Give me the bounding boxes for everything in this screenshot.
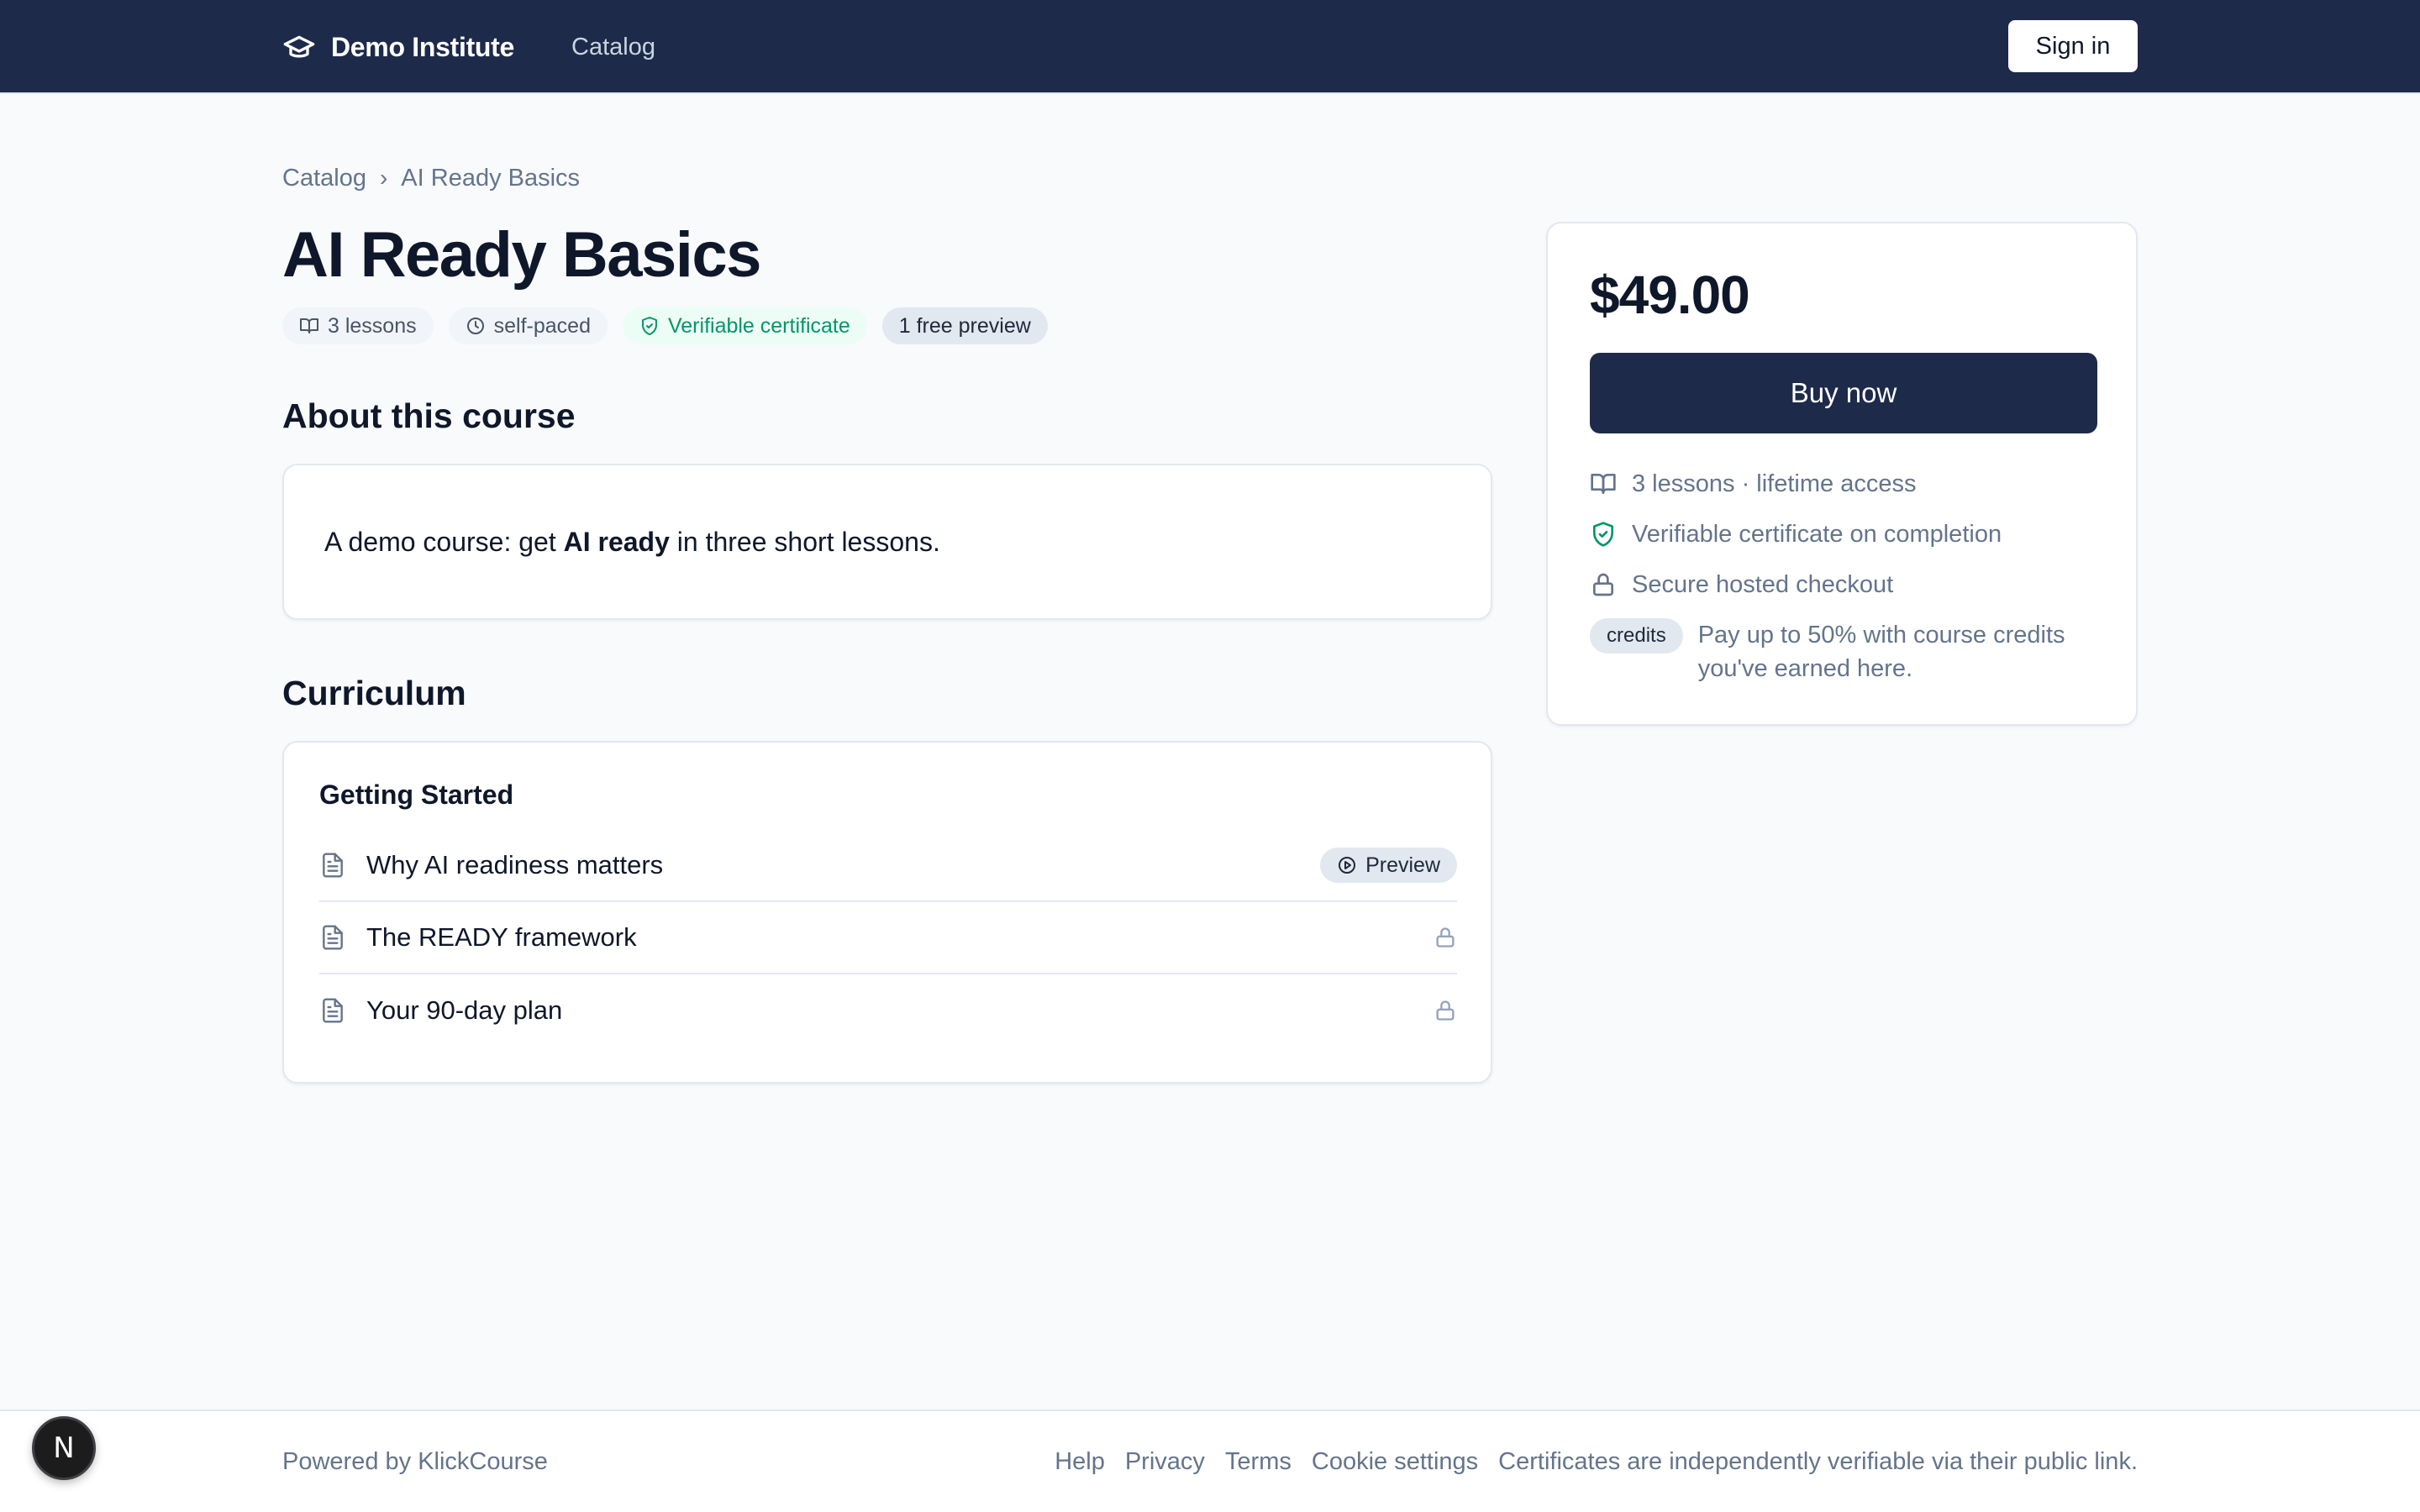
breadcrumb-separator: › — [379, 165, 388, 191]
lessons-count-chip: 3 lessons — [282, 307, 434, 344]
about-text-intro: A demo course: get — [324, 526, 564, 557]
feature-certificate-label: Verifiable certificate on completion — [1632, 521, 2002, 548]
about-heading: About this course — [282, 396, 576, 435]
book-icon — [300, 318, 318, 333]
clock-icon — [466, 318, 484, 334]
document-icon — [323, 853, 343, 878]
play-circle-icon — [1339, 857, 1356, 874]
shield-check-icon — [641, 317, 657, 335]
footer-certificate-note: Certificates are independently verifiabl… — [1498, 1447, 2138, 1475]
footer-privacy-link[interactable]: Privacy — [1125, 1448, 1205, 1476]
powered-by-link[interactable]: Powered by KlickCourse — [282, 1411, 548, 1512]
lessons-count-label: 3 lessons — [328, 313, 417, 338]
about-text-highlight: AI ready — [563, 526, 670, 557]
about-card: A demo course: get AI ready in three sho… — [282, 464, 1492, 620]
curriculum-card: Getting Started Why AI readiness matters… — [282, 741, 1492, 1084]
footer-links: Help Privacy Terms Cookie settings Certi… — [1055, 1411, 2138, 1512]
purchase-card: $49.00 Buy now 3 lessons · lifetime acce… — [1546, 222, 2138, 726]
breadcrumb: Catalog › AI Ready Basics — [282, 161, 580, 195]
breadcrumb-current-page: AI Ready Basics — [401, 164, 581, 192]
graduation-cap-icon — [283, 35, 315, 58]
feature-checkout: Secure hosted checkout — [1590, 568, 1893, 601]
certificate-chip: Verifiable certificate — [622, 307, 867, 344]
pace-chip: self-paced — [448, 307, 608, 344]
document-icon — [323, 998, 343, 1023]
buy-now-button[interactable]: Buy now — [1590, 353, 2097, 433]
lesson-row[interactable]: Your 90-day plan — [319, 974, 1457, 1047]
lesson-row[interactable]: The READY framework — [319, 902, 1457, 974]
footer-terms-link[interactable]: Terms — [1225, 1448, 1292, 1476]
shield-check-icon — [1593, 522, 1613, 547]
lesson-title: Why AI readiness matters — [366, 850, 664, 879]
module-title: Getting Started — [319, 780, 514, 810]
feature-credits: credits Pay up to 50% with course credit… — [1590, 618, 2102, 685]
lock-icon — [1593, 573, 1613, 596]
about-description: A demo course: get AI ready in three sho… — [324, 465, 940, 618]
lesson-title: The READY framework — [366, 922, 637, 952]
course-meta-chips: 3 lessons self-paced Verifiable certific… — [282, 307, 1048, 344]
lesson-row[interactable]: Why AI readiness matters Preview — [319, 830, 1457, 902]
feature-lessons-label: 3 lessons · lifetime access — [1632, 470, 1917, 497]
sign-in-button[interactable]: Sign in — [2008, 20, 2138, 72]
course-price: $49.00 — [1590, 265, 1750, 325]
document-icon — [323, 925, 343, 950]
nav-catalog-link[interactable]: Catalog — [571, 0, 655, 94]
feature-certificate: Verifiable certificate on completion — [1590, 517, 2002, 551]
pace-label: self-paced — [493, 313, 591, 338]
preview-label: Preview — [1365, 853, 1440, 877]
footer-cookie-settings-link[interactable]: Cookie settings — [1312, 1448, 1478, 1476]
lesson-title: Your 90-day plan — [366, 995, 563, 1025]
feature-credits-label: Pay up to 50% with course credits you've… — [1697, 622, 2065, 682]
brand-logo-link[interactable]: Demo Institute — [282, 0, 514, 94]
preview-badge[interactable]: Preview — [1320, 848, 1457, 883]
feature-checkout-label: Secure hosted checkout — [1632, 571, 1894, 598]
free-preview-chip: 1 free preview — [881, 307, 1048, 344]
page-title: AI Ready Basics — [282, 219, 761, 291]
brand-name: Demo Institute — [331, 31, 515, 62]
feature-lessons: 3 lessons · lifetime access — [1590, 467, 1916, 501]
top-navigation-bar: Demo Institute Catalog Sign in — [0, 0, 2420, 94]
book-icon — [1591, 474, 1616, 494]
free-preview-label: 1 free preview — [898, 313, 1031, 338]
lock-icon — [1436, 927, 1455, 948]
footer-help-link[interactable]: Help — [1055, 1448, 1105, 1476]
about-text-outro: in three short lessons. — [669, 526, 940, 557]
credits-tag: credits — [1590, 618, 1683, 654]
lock-icon — [1436, 1000, 1455, 1021]
dev-tools-badge[interactable]: N — [32, 1416, 96, 1480]
certificate-label: Verifiable certificate — [667, 313, 850, 338]
breadcrumb-catalog-link[interactable]: Catalog — [282, 165, 366, 192]
curriculum-heading: Curriculum — [282, 674, 466, 712]
page-footer: Powered by KlickCourse Help Privacy Term… — [0, 1410, 2420, 1512]
